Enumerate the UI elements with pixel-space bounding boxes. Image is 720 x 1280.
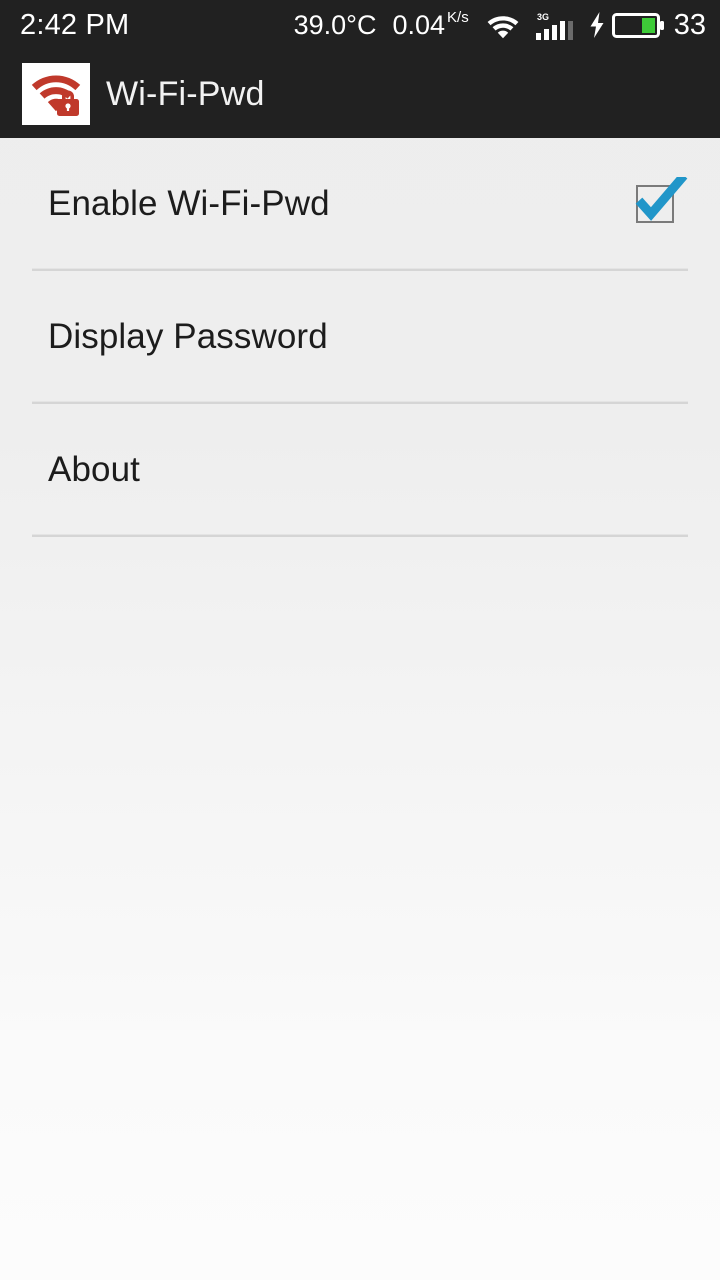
status-clock: 2:42 PM bbox=[20, 8, 130, 41]
preference-list: Enable Wi-Fi-Pwd Display Password About bbox=[0, 138, 720, 537]
battery-icon bbox=[611, 12, 664, 38]
battery-percentage: 33 bbox=[673, 8, 706, 41]
preference-row-enable-wifi-pwd[interactable]: Enable Wi-Fi-Pwd bbox=[0, 138, 720, 268]
preference-row-about[interactable]: About bbox=[0, 404, 720, 534]
status-bar: 2:42 PM 39.0°C 0.04 K/s 3G 33 bbox=[0, 0, 720, 50]
preference-row-display-password[interactable]: Display Password bbox=[0, 271, 720, 401]
preference-label: Enable Wi-Fi-Pwd bbox=[48, 183, 330, 223]
checkmark-icon bbox=[635, 177, 688, 221]
preference-label: About bbox=[48, 449, 140, 489]
network-speed-value: 0.04 bbox=[392, 9, 446, 40]
signal-bars-icon: 3G bbox=[535, 12, 573, 40]
svg-text:3G: 3G bbox=[537, 12, 549, 22]
enable-wifi-pwd-checkbox[interactable] bbox=[634, 177, 688, 229]
cpu-temperature-indicator: 39.0°C bbox=[293, 9, 377, 40]
charging-bolt-icon bbox=[590, 12, 604, 38]
page-title: Wi-Fi-Pwd bbox=[106, 75, 265, 113]
preference-accessory bbox=[634, 177, 688, 229]
phone-screen: 2:42 PM 39.0°C 0.04 K/s 3G 33 Wi-Fi-Pwd … bbox=[0, 0, 720, 1280]
network-speed-indicator: 0.04 K/s bbox=[392, 8, 469, 40]
app-bar: Wi-Fi-Pwd bbox=[0, 50, 720, 138]
wifi-icon bbox=[487, 16, 519, 39]
network-speed-unit: K/s bbox=[447, 8, 469, 26]
wifi-lock-app-icon bbox=[22, 63, 90, 125]
list-divider bbox=[32, 534, 688, 537]
preference-label: Display Password bbox=[48, 316, 328, 356]
status-bar-right-cluster: 39.0°C 0.04 K/s 3G 33 bbox=[294, 10, 706, 40]
